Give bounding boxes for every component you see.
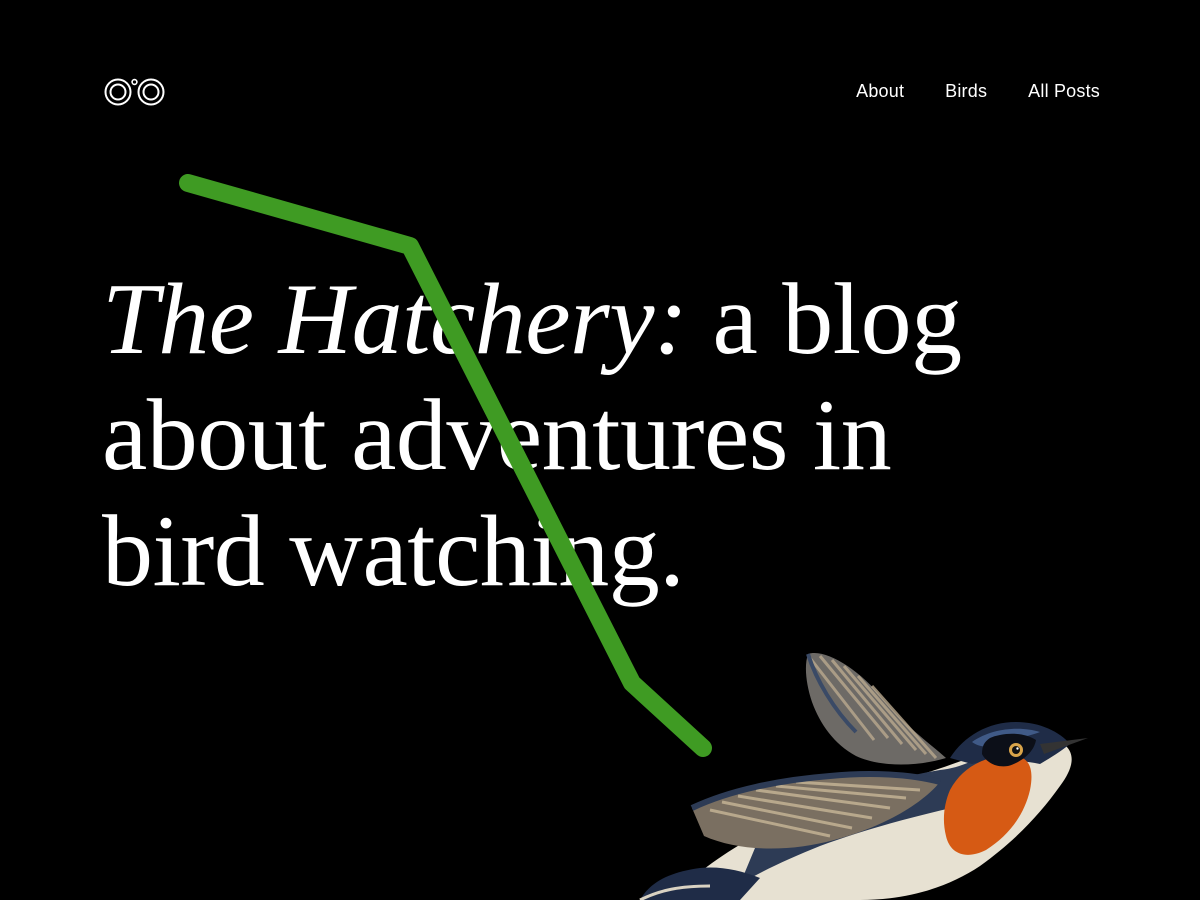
page: About Birds All Posts The Hatchery: a bl… [0,0,1200,900]
bird-illustration [639,653,1088,900]
binoculars-icon [104,78,165,106]
nav-link-birds[interactable]: Birds [945,80,987,102]
site-logo[interactable] [104,76,166,108]
nav-link-all-posts[interactable]: All Posts [1028,80,1100,102]
hero-title-italic: The Hatchery: [102,263,688,376]
nav-link-about[interactable]: About [856,80,904,102]
main-nav: About Birds All Posts [856,80,1100,102]
hero-title: The Hatchery: a blog about adventures in… [102,262,1032,610]
